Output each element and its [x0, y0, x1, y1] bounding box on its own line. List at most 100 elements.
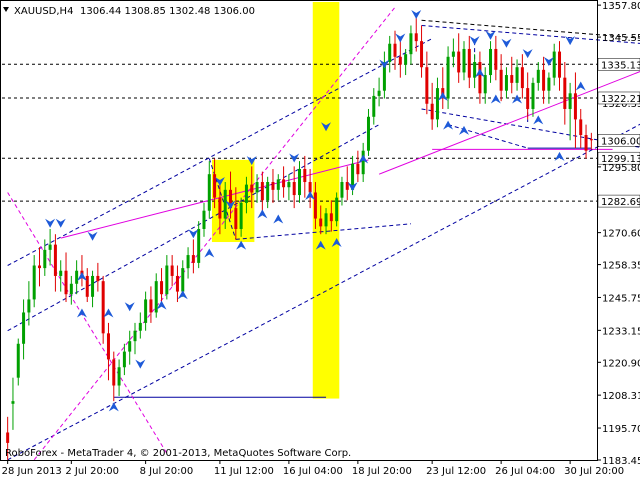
candle-body [218, 197, 222, 219]
candle-body [398, 56, 402, 65]
x-tick-label: 2 Jul 20:00 [65, 466, 119, 477]
candle-body [149, 299, 153, 313]
candle-body [91, 275, 95, 297]
candle-body [504, 75, 508, 91]
candle-body [489, 48, 493, 76]
candle-body [282, 179, 286, 188]
candle-body [292, 182, 296, 196]
candle-body [425, 67, 429, 104]
candle-body [313, 192, 317, 219]
candle-body [536, 69, 540, 83]
candle-body [462, 48, 466, 73]
candle-body [377, 90, 381, 96]
price-chart[interactable]: 1183.451195.701208.311220.901233.151245.… [0, 0, 640, 480]
candle-body [27, 299, 31, 313]
candle-body [160, 281, 164, 295]
candle-body [366, 116, 370, 151]
candle-body [287, 182, 291, 188]
candle-body [11, 401, 15, 404]
candle-body [510, 75, 514, 83]
y-tick-label: 1345.55 [602, 33, 640, 44]
y-tick-label: 1258.35 [602, 261, 640, 272]
candle-body [335, 197, 339, 222]
candle-body [106, 333, 110, 360]
candle-body [170, 265, 174, 276]
x-tick-label: 23 Jul 12:00 [426, 466, 486, 477]
candle-body [112, 359, 116, 386]
candle-body [197, 228, 201, 263]
y-tick-label: 1208.31 [602, 391, 640, 402]
y-tick-label: 1270.60 [602, 229, 640, 240]
level-label: 1322.21 [601, 94, 640, 105]
candle-body [404, 54, 408, 65]
candle-body [53, 244, 57, 276]
copyright-text: RoboForex - MetaTrader 4, © 2001-2013, M… [5, 448, 351, 459]
candle-body [520, 67, 524, 89]
level-label: 1282.69 [601, 197, 640, 208]
y-tick-label: 1245.75 [602, 293, 640, 304]
level-label: 1299.13 [601, 154, 640, 165]
candle-body [573, 93, 577, 120]
candle-body [483, 75, 487, 94]
candle-body [64, 270, 68, 295]
candle-body [568, 93, 572, 109]
candle-body [138, 322, 142, 331]
x-tick-label: 18 Jul 20:00 [352, 466, 412, 477]
candle-body [361, 150, 365, 175]
candle-body [446, 56, 450, 99]
candle-body [356, 163, 360, 175]
y-tick-label: 1220.90 [602, 358, 640, 369]
x-tick-label: 26 Jul 04:00 [495, 466, 555, 477]
candle-body [478, 62, 482, 94]
candle-body [223, 189, 227, 219]
candle-body [69, 283, 73, 295]
candle-body [16, 343, 20, 378]
level-label: 1335.13 [601, 60, 640, 71]
candle-body [526, 88, 530, 109]
candle-body [547, 77, 551, 91]
candle-body [239, 202, 243, 229]
candle-body [409, 33, 413, 55]
candle-body [494, 48, 498, 70]
candle-body [122, 351, 126, 368]
candle-body [430, 103, 434, 120]
y-tick-label: 1357.80 [602, 1, 640, 12]
candle-body [414, 33, 418, 42]
candle-body [133, 330, 137, 342]
candle-body [244, 184, 248, 203]
candle-body [191, 255, 195, 263]
candle-body [467, 48, 471, 78]
candle-body [276, 179, 280, 190]
candle-body [32, 265, 36, 300]
candle-body [266, 182, 270, 201]
candle-body [303, 168, 307, 183]
candle-body [451, 51, 455, 57]
candle-body [250, 184, 254, 193]
candle-body [154, 281, 158, 313]
candle-body [128, 341, 132, 352]
candle-body [298, 168, 301, 196]
candle-body [542, 69, 546, 91]
candle-body [255, 182, 259, 193]
candle-body [388, 43, 392, 63]
x-tick-label: 28 Jun 2013 [2, 466, 62, 477]
candle-body [234, 208, 238, 229]
symbol-text: XAUUSD,H4 [14, 6, 73, 17]
x-tick-label: 16 Jul 04:00 [283, 466, 343, 477]
candle-body [144, 299, 148, 323]
candle-body [117, 367, 121, 386]
x-tick-label: 11 Jul 12:00 [214, 466, 274, 477]
candle-body [186, 255, 190, 269]
candle-body [308, 182, 312, 193]
candle-body [393, 43, 397, 57]
candle-body [579, 119, 583, 136]
candle-body [563, 77, 567, 109]
candle-body [22, 312, 26, 344]
candle-body [324, 213, 328, 227]
y-tick-label: 1233.15 [602, 326, 640, 337]
candle-body [457, 51, 461, 73]
candle-body [271, 182, 275, 190]
candle-body [340, 182, 344, 198]
candle-body [260, 182, 264, 201]
candle-body [75, 270, 79, 284]
